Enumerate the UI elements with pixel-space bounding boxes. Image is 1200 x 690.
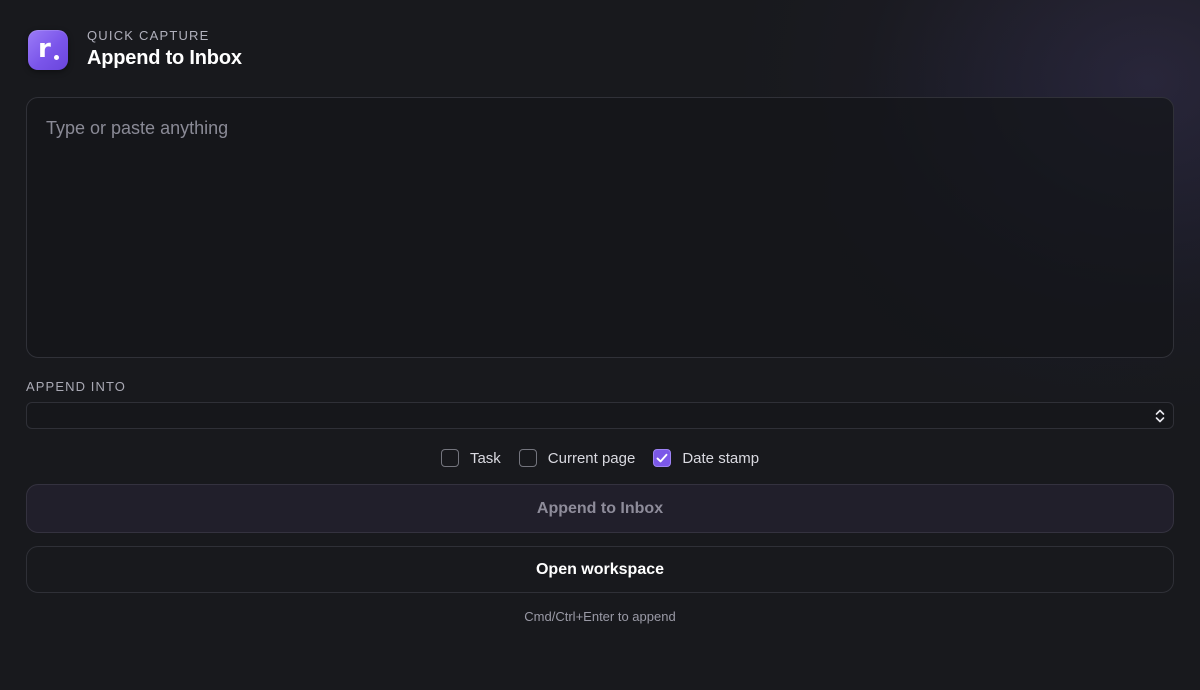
date-stamp-checkbox[interactable] — [653, 449, 672, 467]
logo-letter: r — [38, 33, 51, 64]
keyboard-hint: Cmd/Ctrl+Enter to append — [524, 609, 676, 624]
current-page-checkbox[interactable] — [518, 449, 537, 467]
eyebrow-label: QUICK CAPTURE — [87, 28, 210, 43]
date-stamp-label: Date stamp — [682, 449, 760, 467]
open-workspace-button[interactable]: Open workspace — [26, 546, 1174, 593]
append-to-inbox-button[interactable]: Append to Inbox — [26, 484, 1174, 533]
logo-dot — [54, 54, 59, 60]
current-page-label: Current page — [547, 449, 636, 467]
option-task[interactable]: Task — [440, 449, 501, 467]
title-block: QUICK CAPTURE Append to Inbox — [87, 28, 242, 71]
append-into-select[interactable] — [27, 403, 1173, 428]
append-into-select-wrapper[interactable] — [26, 402, 1174, 429]
checkmark-icon — [656, 453, 668, 463]
options-row: Task Current page Date stamp — [0, 449, 1200, 467]
app-logo: r — [28, 29, 68, 70]
header: r QUICK CAPTURE Append to Inbox — [28, 28, 242, 71]
page-title: Append to Inbox — [87, 47, 242, 69]
capture-textarea[interactable] — [26, 97, 1174, 358]
option-date-stamp[interactable]: Date stamp — [653, 449, 759, 467]
append-into-label: APPEND INTO — [26, 379, 126, 394]
task-checkbox[interactable] — [440, 449, 459, 467]
option-current-page[interactable]: Current page — [518, 449, 636, 467]
task-label: Task — [469, 449, 501, 467]
